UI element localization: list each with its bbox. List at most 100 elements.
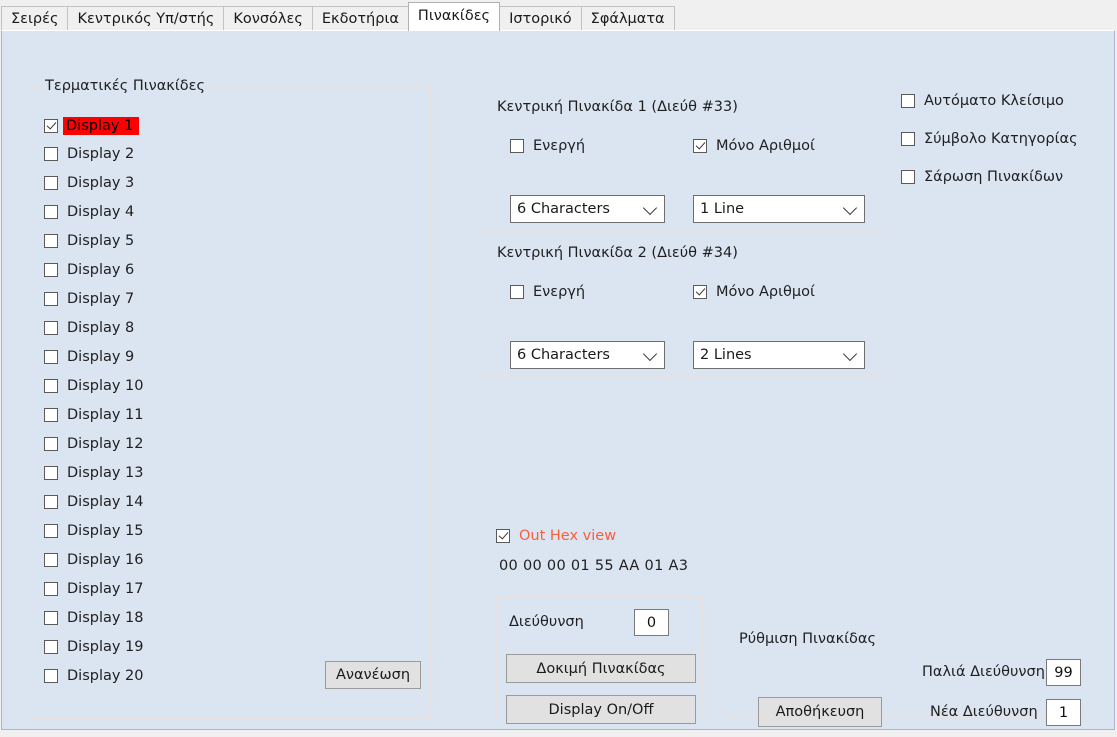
chevron-down-icon (842, 200, 858, 216)
list-item-label: Display 2 (67, 146, 135, 162)
checkbox-icon[interactable] (44, 553, 58, 567)
cd1-active-checkbox[interactable]: Ενεργή (510, 138, 585, 154)
checkbox-icon[interactable] (901, 170, 915, 184)
checkbox-icon[interactable] (44, 321, 58, 335)
list-item-label: Display 8 (67, 320, 135, 336)
cd1-lines-select[interactable]: 1 Line (693, 195, 865, 223)
terminal-displays-groupbox: Τερματικές Πινακίδες Display 1 Display 2… (31, 78, 431, 719)
cd1-active-label: Ενεργή (533, 138, 586, 154)
list-item-label: Display 3 (67, 175, 135, 191)
display-item-10[interactable]: Display 10 (44, 378, 144, 394)
tab-kentrikos-ypostis[interactable]: Κεντρικός Υπ/στής (67, 6, 225, 31)
checkbox-icon[interactable] (510, 285, 524, 299)
display-item-3[interactable]: Display 3 (44, 175, 134, 191)
option-category-symbol[interactable]: Σύμβολο Κατηγορίας (901, 131, 1078, 147)
display-item-5[interactable]: Display 5 (44, 233, 134, 249)
checkbox-icon[interactable] (44, 524, 58, 538)
display-item-14[interactable]: Display 14 (44, 494, 144, 510)
cd2-lines-select[interactable]: 2 Lines (693, 341, 865, 369)
tab-content-pinakides: Τερματικές Πινακίδες Display 1 Display 2… (1, 30, 1115, 730)
display-setup-title: Ρύθμιση Πινακίδας (735, 631, 880, 647)
display-item-1[interactable]: Display 1 (44, 117, 140, 135)
display-item-15[interactable]: Display 15 (44, 523, 144, 539)
display-item-13[interactable]: Display 13 (44, 465, 144, 481)
checkbox-icon[interactable] (44, 611, 58, 625)
display-item-8[interactable]: Display 8 (44, 320, 134, 336)
cd2-numbers-only-checkbox[interactable]: Μόνο Αριθμοί (693, 284, 815, 300)
chevron-down-icon (642, 346, 658, 362)
checkbox-icon[interactable] (44, 176, 58, 190)
option-scan-displays[interactable]: Σάρωση Πινακίδων (901, 169, 1063, 185)
terminal-displays-title: Τερματικές Πινακίδες (41, 78, 209, 94)
list-item-label: Display 18 (67, 610, 144, 626)
checkbox-icon[interactable] (44, 408, 58, 422)
checkbox-icon[interactable] (44, 234, 58, 248)
cd1-numbers-only-checkbox[interactable]: Μόνο Αριθμοί (693, 138, 815, 154)
tab-pinakides[interactable]: Πινακίδες (407, 2, 501, 31)
cd2-active-label: Ενεργή (533, 284, 586, 300)
display-item-7[interactable]: Display 7 (44, 291, 134, 307)
list-item-label: Display 19 (67, 639, 144, 655)
test-display-button[interactable]: Δοκιμή Πινακίδας (506, 654, 696, 683)
checkbox-icon[interactable] (44, 669, 58, 683)
cd2-active-checkbox[interactable]: Ενεργή (510, 284, 585, 300)
refresh-button[interactable]: Ανανέωση (325, 661, 421, 689)
display-item-11[interactable]: Display 11 (44, 407, 144, 423)
display-item-6[interactable]: Display 6 (44, 262, 134, 278)
checkbox-icon[interactable] (44, 147, 58, 161)
checkbox-icon[interactable] (44, 350, 58, 364)
display-item-17[interactable]: Display 17 (44, 581, 144, 597)
cd2-characters-select[interactable]: 6 Characters (510, 341, 665, 369)
tab-sfalmata[interactable]: Σφάλματα (580, 6, 675, 31)
checkbox-icon[interactable] (44, 119, 58, 133)
checkbox-icon[interactable] (44, 205, 58, 219)
out-hex-view-checkbox[interactable]: Out Hex view (496, 528, 616, 544)
tab-ekdotiria[interactable]: Εκδοτήρια (311, 6, 409, 31)
old-address-input[interactable]: 99 (1046, 659, 1081, 686)
display-item-4[interactable]: Display 4 (44, 204, 134, 220)
tab-konsoles[interactable]: Κονσόλες (223, 6, 313, 31)
checkbox-icon[interactable] (44, 495, 58, 509)
display-item-2[interactable]: Display 2 (44, 146, 134, 162)
display-item-20[interactable]: Display 20 (44, 668, 144, 684)
checkbox-icon[interactable] (901, 132, 915, 146)
list-item-label: Display 20 (67, 668, 144, 684)
list-item-label: Display 4 (67, 204, 135, 220)
list-item-label: Display 12 (67, 436, 144, 452)
display-item-19[interactable]: Display 19 (44, 639, 144, 655)
checkbox-icon[interactable] (44, 379, 58, 393)
display-item-12[interactable]: Display 12 (44, 436, 144, 452)
checkbox-icon[interactable] (44, 582, 58, 596)
display-item-16[interactable]: Display 16 (44, 552, 144, 568)
checkbox-icon[interactable] (44, 466, 58, 480)
address-label: Διεύθυνση (509, 614, 584, 630)
list-item-label: Display 7 (67, 291, 135, 307)
tab-istoriko[interactable]: Ιστορικό (499, 6, 582, 31)
cd1-characters-select[interactable]: 6 Characters (510, 195, 665, 223)
option-auto-close[interactable]: Αυτόματο Κλείσιμο (901, 93, 1064, 109)
new-address-input[interactable]: 1 (1046, 699, 1081, 726)
checkbox-icon[interactable] (44, 263, 58, 277)
checkbox-icon[interactable] (44, 292, 58, 306)
display-item-18[interactable]: Display 18 (44, 610, 144, 626)
list-item-label: Display 10 (67, 378, 144, 394)
display-setup-groupbox: Ρύθμιση Πινακίδας Παλιά Διεύθυνση 99 Νέα… (725, 631, 1086, 727)
address-panel-groupbox: Διεύθυνση 0 Δοκιμή Πινακίδας Display On/… (496, 596, 703, 724)
display-on-off-button[interactable]: Display On/Off (506, 695, 696, 724)
tab-seires[interactable]: Σειρές (1, 6, 69, 31)
checkbox-icon[interactable] (44, 640, 58, 654)
list-item-label: Display 5 (67, 233, 135, 249)
save-button[interactable]: Αποθήκευση (758, 697, 882, 727)
address-input[interactable]: 0 (634, 609, 669, 636)
checkbox-icon[interactable] (693, 285, 707, 299)
checkbox-icon[interactable] (901, 94, 915, 108)
chevron-down-icon (842, 346, 858, 362)
list-item-label: Display 14 (67, 494, 144, 510)
checkbox-icon[interactable] (510, 139, 524, 153)
central-display-1-groupbox: Κεντρική Πινακίδα 1 (Διεύθ #33) Ενεργή Μ… (483, 99, 886, 231)
display-item-9[interactable]: Display 9 (44, 349, 134, 365)
checkbox-icon[interactable] (44, 437, 58, 451)
application-window: Σειρές Κεντρικός Υπ/στής Κονσόλες Εκδοτή… (0, 0, 1117, 737)
checkbox-icon[interactable] (496, 529, 510, 543)
checkbox-icon[interactable] (693, 139, 707, 153)
